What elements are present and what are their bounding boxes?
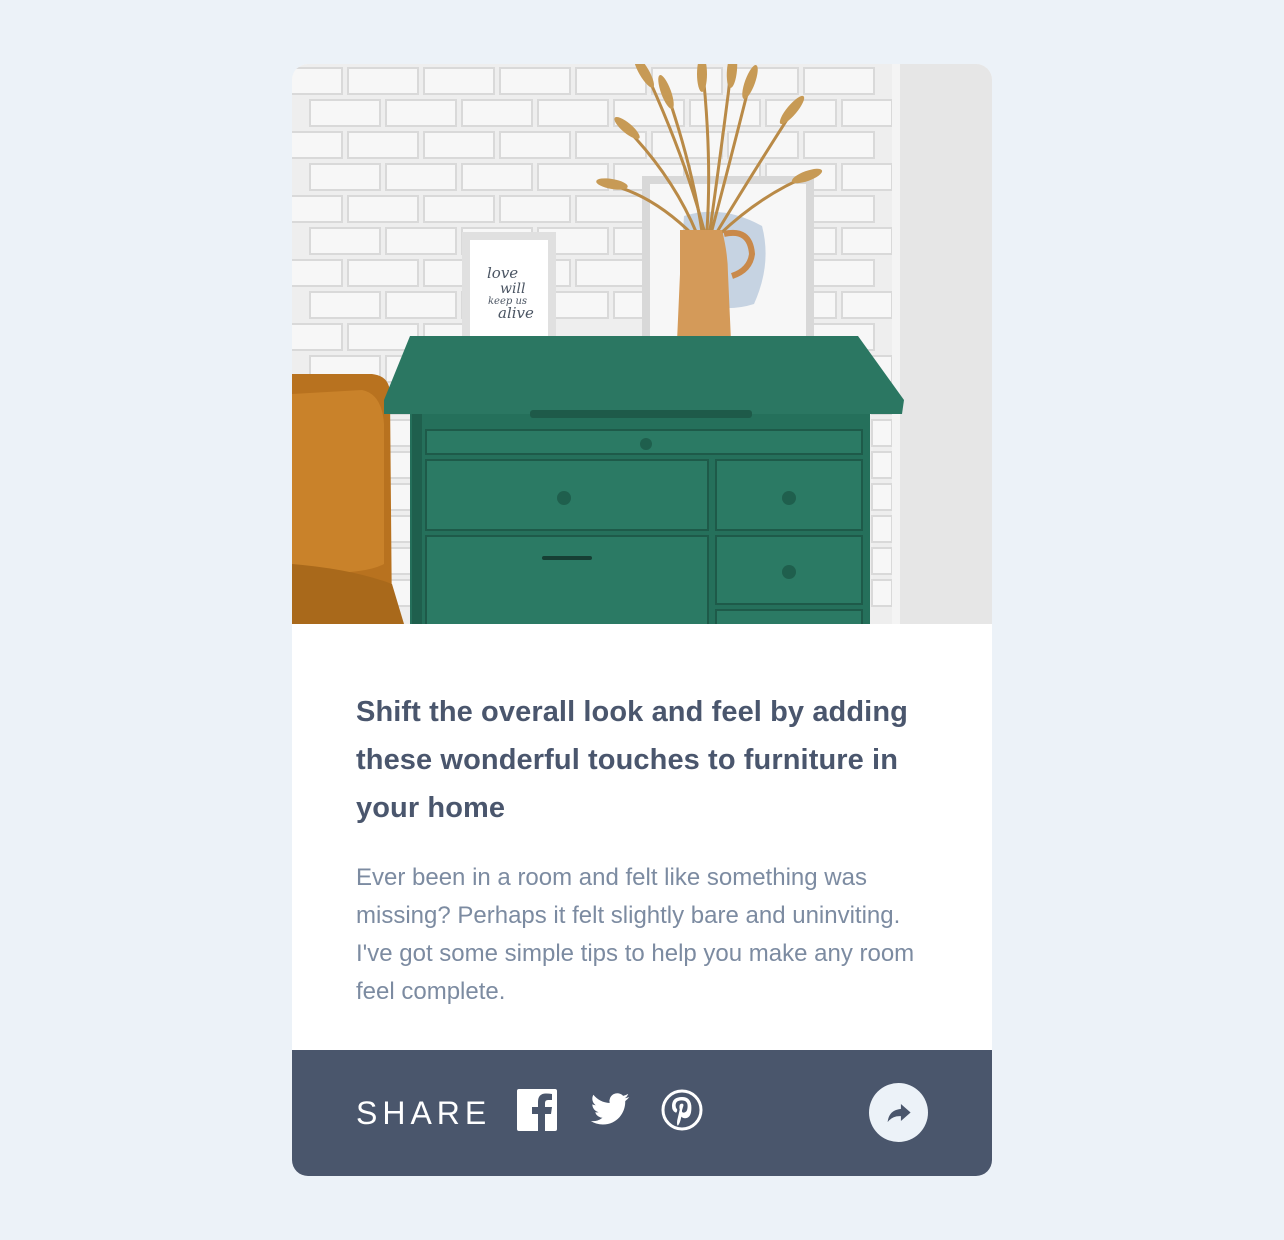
pinterest-icon[interactable] xyxy=(661,1089,703,1131)
share-footer: SHARE xyxy=(292,1050,992,1176)
frame-text-line1: love xyxy=(487,264,518,282)
article-title: Shift the overall look and feel by addin… xyxy=(356,696,908,824)
article-content: Shift the overall look and feel by addin… xyxy=(356,688,928,1011)
article-card: love will keep us alive Shift the overal… xyxy=(292,64,992,1176)
article-photo: love will keep us alive xyxy=(292,64,992,624)
share-button[interactable] xyxy=(869,1083,928,1142)
twitter-icon[interactable] xyxy=(589,1089,631,1131)
facebook-icon[interactable] xyxy=(517,1089,559,1131)
article-description: Ever been in a room and felt like someth… xyxy=(356,864,915,1005)
frame-text-line2: will xyxy=(500,281,525,297)
share-label: SHARE xyxy=(356,1095,492,1131)
share-arrow-icon xyxy=(887,1104,911,1123)
frame-text-line4: alive xyxy=(498,304,534,322)
